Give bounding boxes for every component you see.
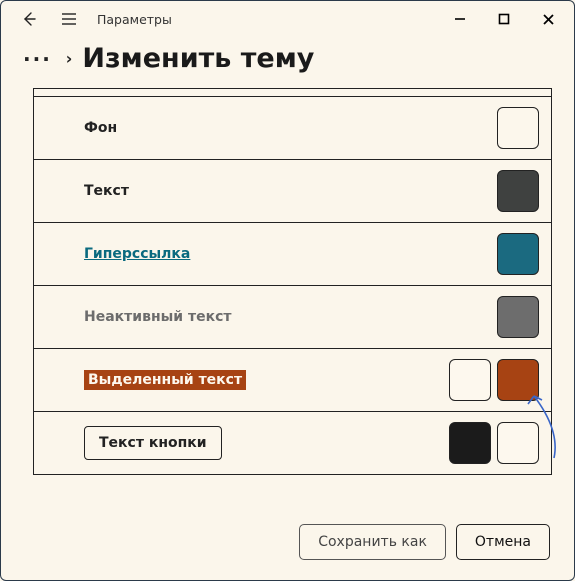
row-label-background: Фон (84, 120, 497, 136)
swatch-inactive[interactable] (497, 296, 539, 338)
close-button[interactable] (526, 3, 570, 35)
row-highlighted[interactable]: Выделенный текст (34, 349, 551, 412)
row-text[interactable]: Текст (34, 160, 551, 223)
row-inactive[interactable]: Неактивный текст (34, 286, 551, 349)
row-label-button: Текст кнопки (84, 426, 222, 460)
minimize-button[interactable] (438, 3, 482, 35)
save-as-button[interactable]: Сохранить как (299, 524, 446, 560)
window-title: Параметры (89, 12, 172, 27)
swatch-button-fg[interactable] (449, 422, 491, 464)
swatch-text[interactable] (497, 170, 539, 212)
swatch-button-bg[interactable] (497, 422, 539, 464)
settings-window: Параметры ··· › Изменить тему Фон (0, 0, 575, 581)
row-hyperlink[interactable]: Гиперссылка (34, 223, 551, 286)
cancel-button[interactable]: Отмена (456, 524, 550, 560)
swatch-highlighted-fg[interactable] (449, 359, 491, 401)
swatch-hyperlink[interactable] (497, 233, 539, 275)
hamburger-menu-icon[interactable] (49, 3, 89, 35)
row-label-hyperlink: Гиперссылка (84, 246, 497, 262)
row-label-inactive: Неактивный текст (84, 309, 497, 325)
breadcrumb-more-icon[interactable]: ··· (23, 47, 56, 71)
chevron-right-icon: › (66, 49, 73, 68)
row-button[interactable]: Текст кнопки (34, 412, 551, 475)
page-title: Изменить тему (82, 43, 314, 74)
maximize-button[interactable] (482, 3, 526, 35)
breadcrumb: ··· › Изменить тему (1, 37, 574, 88)
theme-settings-panel: Фон Текст Гиперссылка Неактивный текст (1, 88, 574, 510)
back-button[interactable] (9, 3, 49, 35)
row-background[interactable]: Фон (34, 97, 551, 160)
footer-buttons: Сохранить как Отмена (1, 510, 574, 580)
swatch-background[interactable] (497, 107, 539, 149)
row-label-highlighted: Выделенный текст (84, 370, 246, 390)
panel-top-spacer (34, 89, 551, 97)
swatch-highlighted-bg[interactable] (497, 359, 539, 401)
titlebar: Параметры (1, 1, 574, 37)
row-label-text: Текст (84, 183, 497, 199)
